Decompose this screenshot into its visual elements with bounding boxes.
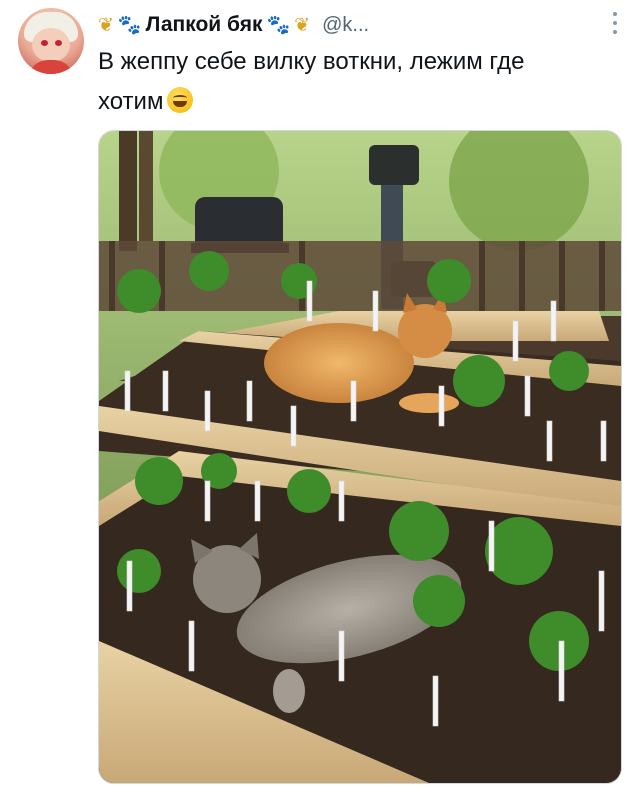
orange-cat-paw [399,393,459,413]
hanging-planter [369,145,419,185]
photo-cats-in-garden-beds [99,131,621,783]
leaf-icon: ❦ [98,14,114,36]
tree-trunk [119,131,137,251]
leaf-icon: ❦ [294,14,311,36]
tweet-text-line-2: хотим [98,82,618,122]
avatar[interactable] [18,8,84,74]
orange-cat-body [264,323,414,403]
avatar-eye-right [55,40,62,46]
tree-trunk [139,131,153,241]
tweet-text-line-1: В жеппу себе вилку воткни, лежим где [98,48,525,75]
tweet-header: ❦ 🐾 Лапкой бяк 🐾 ❦ @k... [98,8,610,42]
tweet-text-line-2-text: хотим [98,88,164,115]
paw-icon: 🐾 [117,14,142,36]
display-name[interactable]: Лапкой бяк [146,13,263,37]
tweet-text: В жеппу себе вилку воткни, лежим где хот… [98,42,618,122]
avatar-face [32,28,70,62]
avatar-eye-left [41,40,48,46]
grinning-face-emoji [167,87,194,113]
deck-fence [99,241,621,311]
user-handle[interactable]: @k... [322,14,369,37]
gray-cat-paw [273,669,305,713]
avatar-shirt [28,60,74,74]
paw-icon: 🐾 [266,14,291,36]
more-vertical-icon[interactable] [612,12,618,34]
tweet-photo[interactable] [98,130,622,784]
